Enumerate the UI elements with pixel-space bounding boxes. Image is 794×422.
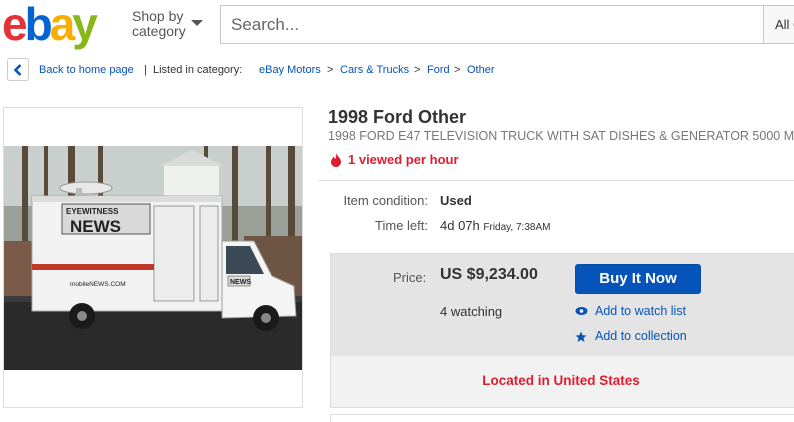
chevron-left-icon — [13, 64, 22, 76]
time-left-value: 4d 07h — [440, 218, 480, 233]
logo-letter-b: b — [24, 0, 53, 50]
eye-icon — [575, 307, 588, 315]
views-indicator: 1 viewed per hour — [330, 152, 459, 168]
buy-it-now-button[interactable]: Buy It Now — [575, 264, 701, 294]
ebay-logo[interactable]: ebay — [2, 0, 98, 50]
add-to-watch-list-label: Add to watch list — [595, 304, 687, 318]
flame-icon — [331, 153, 341, 167]
truck-photo-illustration: EYEWITNESS NEWS mobileNEWS.COM NEWS — [4, 146, 302, 370]
image-panel: EYEWITNESS NEWS mobileNEWS.COM NEWS — [3, 107, 303, 408]
time-left-label: Time left: — [375, 218, 428, 233]
listing-subtitle: 1998 FORD E47 TELEVISION TRUCK WITH SAT … — [328, 129, 794, 143]
listing-title: 1998 Ford Other — [328, 107, 467, 127]
add-to-watch-list-link[interactable]: Add to watch list — [575, 304, 686, 318]
add-to-collection-link[interactable]: Add to collection — [575, 329, 687, 343]
breadcrumb-item-ebay-motors[interactable]: eBay Motors — [259, 64, 321, 76]
cab-sign-text: NEWS — [230, 279, 251, 286]
breadcrumb-separator: | — [144, 64, 147, 76]
end-time: Friday, 7:38AM — [483, 222, 551, 233]
price-value: US $9,234.00 — [440, 266, 538, 283]
breadcrumb-arrow: > — [327, 64, 334, 76]
category-select[interactable]: All C — [763, 5, 794, 44]
watching-count: 4 watching — [440, 304, 503, 319]
logo-letter-y: y — [72, 0, 98, 50]
next-panel-edge — [330, 414, 794, 422]
logo-letter-a: a — [49, 0, 76, 50]
back-button[interactable] — [7, 58, 29, 81]
side-text: mobileNEWS.COM — [70, 281, 126, 288]
views-text: 1 viewed per hour — [348, 152, 459, 167]
condition-label: Item condition: — [343, 193, 428, 208]
shop-by-category-button[interactable]: Shop by category — [132, 9, 186, 39]
shop-by-line2: category — [132, 23, 186, 39]
listed-in-label: Listed in category: — [153, 64, 243, 76]
listing-photo[interactable]: EYEWITNESS NEWS mobileNEWS.COM NEWS — [4, 146, 302, 370]
buy-box: Price: US $9,234.00 4 watching Buy It No… — [330, 253, 794, 408]
sign-top-text: EYEWITNESS — [66, 207, 119, 216]
breadcrumb-item-cars-trucks[interactable]: Cars & Trucks — [340, 64, 409, 76]
header: ebay Shop by category All C — [0, 0, 794, 50]
logo-letter-e: e — [2, 0, 28, 50]
chevron-down-icon[interactable] — [191, 20, 203, 26]
divider — [318, 180, 794, 181]
back-to-home-link[interactable]: Back to home page — [39, 64, 134, 76]
search-input[interactable] — [221, 6, 765, 43]
star-icon — [575, 331, 587, 342]
add-to-collection-label: Add to collection — [595, 329, 687, 343]
time-left-value-wrap: 4d 07h Friday, 7:38AM — [440, 218, 550, 236]
price-label: Price: — [393, 270, 427, 285]
shop-by-line1: Shop by — [132, 8, 184, 24]
search-box — [220, 5, 765, 44]
sign-main-text: NEWS — [70, 217, 121, 236]
buy-box-top: Price: US $9,234.00 4 watching Buy It No… — [331, 254, 794, 356]
breadcrumb: Back to home page | Listed in category: … — [0, 56, 794, 84]
breadcrumb-arrow: > — [454, 64, 461, 76]
breadcrumb-item-other[interactable]: Other — [467, 64, 495, 76]
item-location: Located in United States — [482, 373, 640, 388]
breadcrumb-item-ford[interactable]: Ford — [427, 64, 450, 76]
condition-value: Used — [440, 193, 472, 208]
breadcrumb-arrow: > — [414, 64, 421, 76]
